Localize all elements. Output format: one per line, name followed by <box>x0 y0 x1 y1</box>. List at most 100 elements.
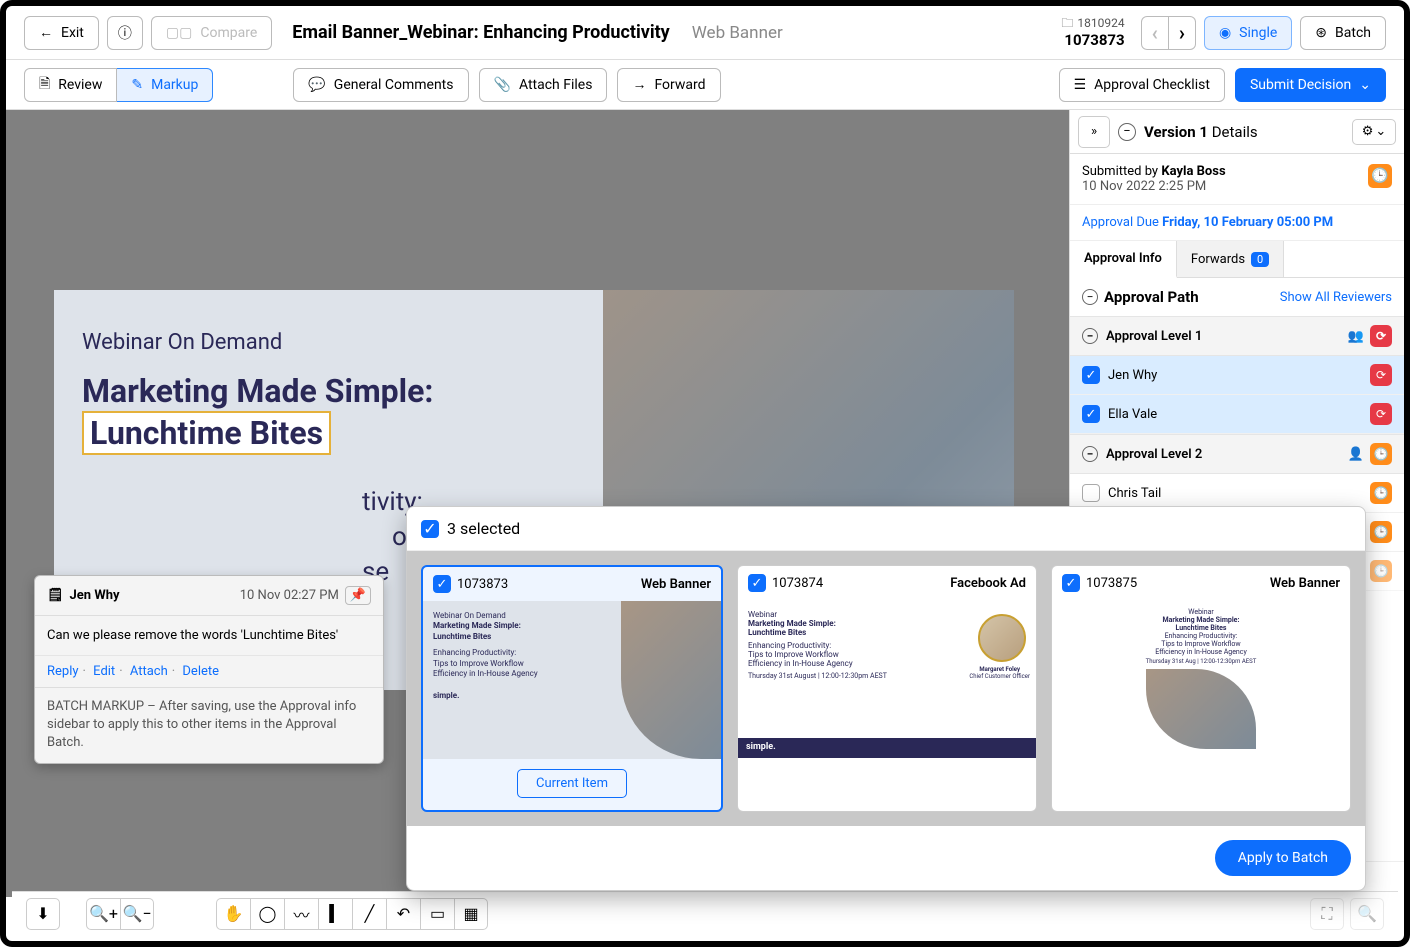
comment-body: Can we please remove the words 'Lunchtim… <box>35 616 383 655</box>
top-bar: ← Exit ⓘ ▢▢ Compare Email Banner_Webinar… <box>6 6 1404 60</box>
select-all-checkbox[interactable]: ✓ <box>421 520 439 538</box>
lasso-tool[interactable]: ◯ <box>250 898 284 930</box>
highlight-tool[interactable]: ▍ <box>318 898 352 930</box>
chevron-down-icon: ⌄ <box>1359 77 1371 93</box>
show-all-reviewers-link[interactable]: Show All Reviewers <box>1280 290 1392 305</box>
collapse-circle-icon: − <box>1082 446 1098 462</box>
collapse-circle-icon[interactable]: − <box>1118 123 1136 141</box>
submitted-time: 10 Nov 2022 2:25 PM <box>1082 179 1226 194</box>
pin-icon[interactable]: 📌 <box>345 586 371 605</box>
freehand-tool[interactable]: 〰 <box>284 898 318 930</box>
refresh-badge[interactable]: ⟳ <box>1370 403 1392 425</box>
card-ref: 1073873 <box>457 577 508 592</box>
compare-icon: ▢▢ <box>166 25 192 41</box>
speaker-avatar <box>978 614 1026 662</box>
comment-attach[interactable]: Attach <box>130 664 168 679</box>
fit-tool[interactable]: ⛶ <box>1310 898 1344 930</box>
approval-checklist-label: Approval Checklist <box>1094 77 1210 93</box>
chevron-right-icon: › <box>1179 21 1185 45</box>
undo-icon: ↶ <box>397 904 410 923</box>
card-checkbox[interactable]: ✓ <box>433 575 451 593</box>
collapse-sidebar-button[interactable]: » <box>1078 116 1110 148</box>
rect-tool[interactable]: ▭ <box>420 898 454 930</box>
banner-eyebrow: Webinar On Demand <box>82 330 575 355</box>
grid-tool[interactable]: ▦ <box>454 898 488 930</box>
pencil-icon: ✎ <box>131 77 143 93</box>
comment-delete[interactable]: Delete <box>182 664 219 679</box>
clock-badge-small: 🕒 <box>1370 560 1392 582</box>
next-item-button[interactable]: › <box>1169 16 1196 50</box>
bottom-toolbar: ⬇ 🔍+ 🔍− ✋ ◯ 〰 ▍ ╱ ↶ ▭ ▦ ⛶ 🔍 <box>12 891 1398 935</box>
banner-title-1: Marketing Made Simple: <box>82 372 433 410</box>
checkbox-on[interactable]: ✓ <box>1082 405 1100 423</box>
card-thumbnail: Webinar On Demand Marketing Made Simple:… <box>423 601 721 759</box>
forwards-count: 0 <box>1251 252 1269 267</box>
submit-decision-button[interactable]: Submit Decision ⌄ <box>1235 68 1386 102</box>
batch-card[interactable]: ✓1073874 Facebook Ad Webinar Marketing M… <box>737 565 1037 812</box>
comment-author: Jen Why <box>70 588 120 603</box>
card-type: Web Banner <box>641 577 711 592</box>
general-comments-button[interactable]: 💬 General Comments <box>293 68 468 102</box>
forward-button[interactable]: → Forward <box>617 68 720 102</box>
approval-due: Approval Due Friday, 10 February 05:00 P… <box>1070 205 1404 241</box>
tab-approval-info[interactable]: Approval Info <box>1070 241 1177 278</box>
chevron-left-icon: ‹ <box>1152 21 1158 45</box>
comment-reply[interactable]: Reply <box>47 664 79 679</box>
approval-path-title: −Approval Path <box>1082 288 1199 306</box>
card-thumbnail: Webinar Marketing Made Simple:Lunchtime … <box>738 600 1036 758</box>
tab-forwards[interactable]: Forwards0 <box>1177 241 1284 277</box>
approval-level-2-header[interactable]: − Approval Level 2 👤🕒 <box>1070 434 1404 474</box>
markup-label: Markup <box>151 77 198 93</box>
prev-item-button[interactable]: ‹ <box>1141 16 1169 50</box>
download-tool[interactable]: ⬇ <box>26 898 60 930</box>
batch-card[interactable]: ✓ 1073873 Web Banner Webinar On Demand Ma… <box>421 565 723 812</box>
person-icon: 👤 <box>1348 447 1364 462</box>
batch-apply-modal: ✓ 3 selected ✓ 1073873 Web Banner Webinar… <box>406 506 1366 891</box>
undo-tool[interactable]: ↶ <box>386 898 420 930</box>
markup-tab[interactable]: ✎ Markup <box>117 68 213 102</box>
card-checkbox[interactable]: ✓ <box>1062 574 1080 592</box>
reviewer-row[interactable]: ✓ Jen Why ⟳ <box>1070 356 1404 395</box>
reviewer-row[interactable]: ✓ Ella Vale ⟳ <box>1070 395 1404 434</box>
batch-card[interactable]: ✓1073875 Web Banner Webinar Marketing Ma… <box>1051 565 1351 812</box>
toolbar: 🗎 Review ✎ Markup 💬 General Comments 📎 A… <box>6 60 1404 110</box>
card-type: Facebook Ad <box>950 576 1026 591</box>
reviewer-name: Jen Why <box>1108 368 1157 383</box>
line-tool[interactable]: ╱ <box>352 898 386 930</box>
checkbox[interactable] <box>1082 484 1100 502</box>
zoom-out-tool[interactable]: 🔍− <box>120 898 154 930</box>
refresh-badge[interactable]: ⟳ <box>1370 325 1392 347</box>
settings-dropdown-button[interactable]: ⚙⌄ <box>1352 119 1396 145</box>
selected-count: 3 selected <box>447 519 520 538</box>
grid-icon: ▦ <box>463 904 478 923</box>
target-icon: ◉ <box>1219 25 1231 41</box>
checkbox-on[interactable]: ✓ <box>1082 366 1100 384</box>
search-tool[interactable]: 🔍 <box>1350 898 1384 930</box>
batch-icon: ⊛ <box>1315 25 1327 41</box>
folder-ref: 1810924 <box>1077 16 1124 30</box>
card-checkbox[interactable]: ✓ <box>748 574 766 592</box>
apply-to-batch-button[interactable]: Apply to Batch <box>1215 840 1351 876</box>
info-button[interactable]: ⓘ <box>107 16 143 50</box>
refresh-badge[interactable]: ⟳ <box>1370 364 1392 386</box>
single-mode-button[interactable]: ◉ Single <box>1204 16 1292 50</box>
comment-icon: 💬 <box>308 77 325 93</box>
approval-level-1-header[interactable]: − Approval Level 1 👥⟳ <box>1070 316 1404 356</box>
zoom-in-icon: 🔍+ <box>89 904 118 923</box>
review-label: Review <box>58 77 102 93</box>
exit-button[interactable]: ← Exit <box>24 16 99 50</box>
collapse-circle-icon: − <box>1082 328 1098 344</box>
folder-icon: 🗀 <box>1061 16 1073 30</box>
gear-icon: ⚙ <box>1362 124 1374 139</box>
document-icon: 🗎 <box>39 73 50 97</box>
batch-mode-button[interactable]: ⊛ Batch <box>1300 16 1386 50</box>
review-tab[interactable]: 🗎 Review <box>24 68 117 102</box>
collapse-circle-icon[interactable]: − <box>1082 289 1098 305</box>
pan-tool[interactable]: ✋ <box>216 898 250 930</box>
comment-edit[interactable]: Edit <box>93 664 115 679</box>
reviewer-name: Chris Tail <box>1108 486 1161 501</box>
arrow-right-icon: → <box>632 76 646 93</box>
zoom-in-tool[interactable]: 🔍+ <box>86 898 120 930</box>
approval-checklist-button[interactable]: ☰ Approval Checklist <box>1059 68 1225 102</box>
attach-files-button[interactable]: 📎 Attach Files <box>479 68 608 102</box>
